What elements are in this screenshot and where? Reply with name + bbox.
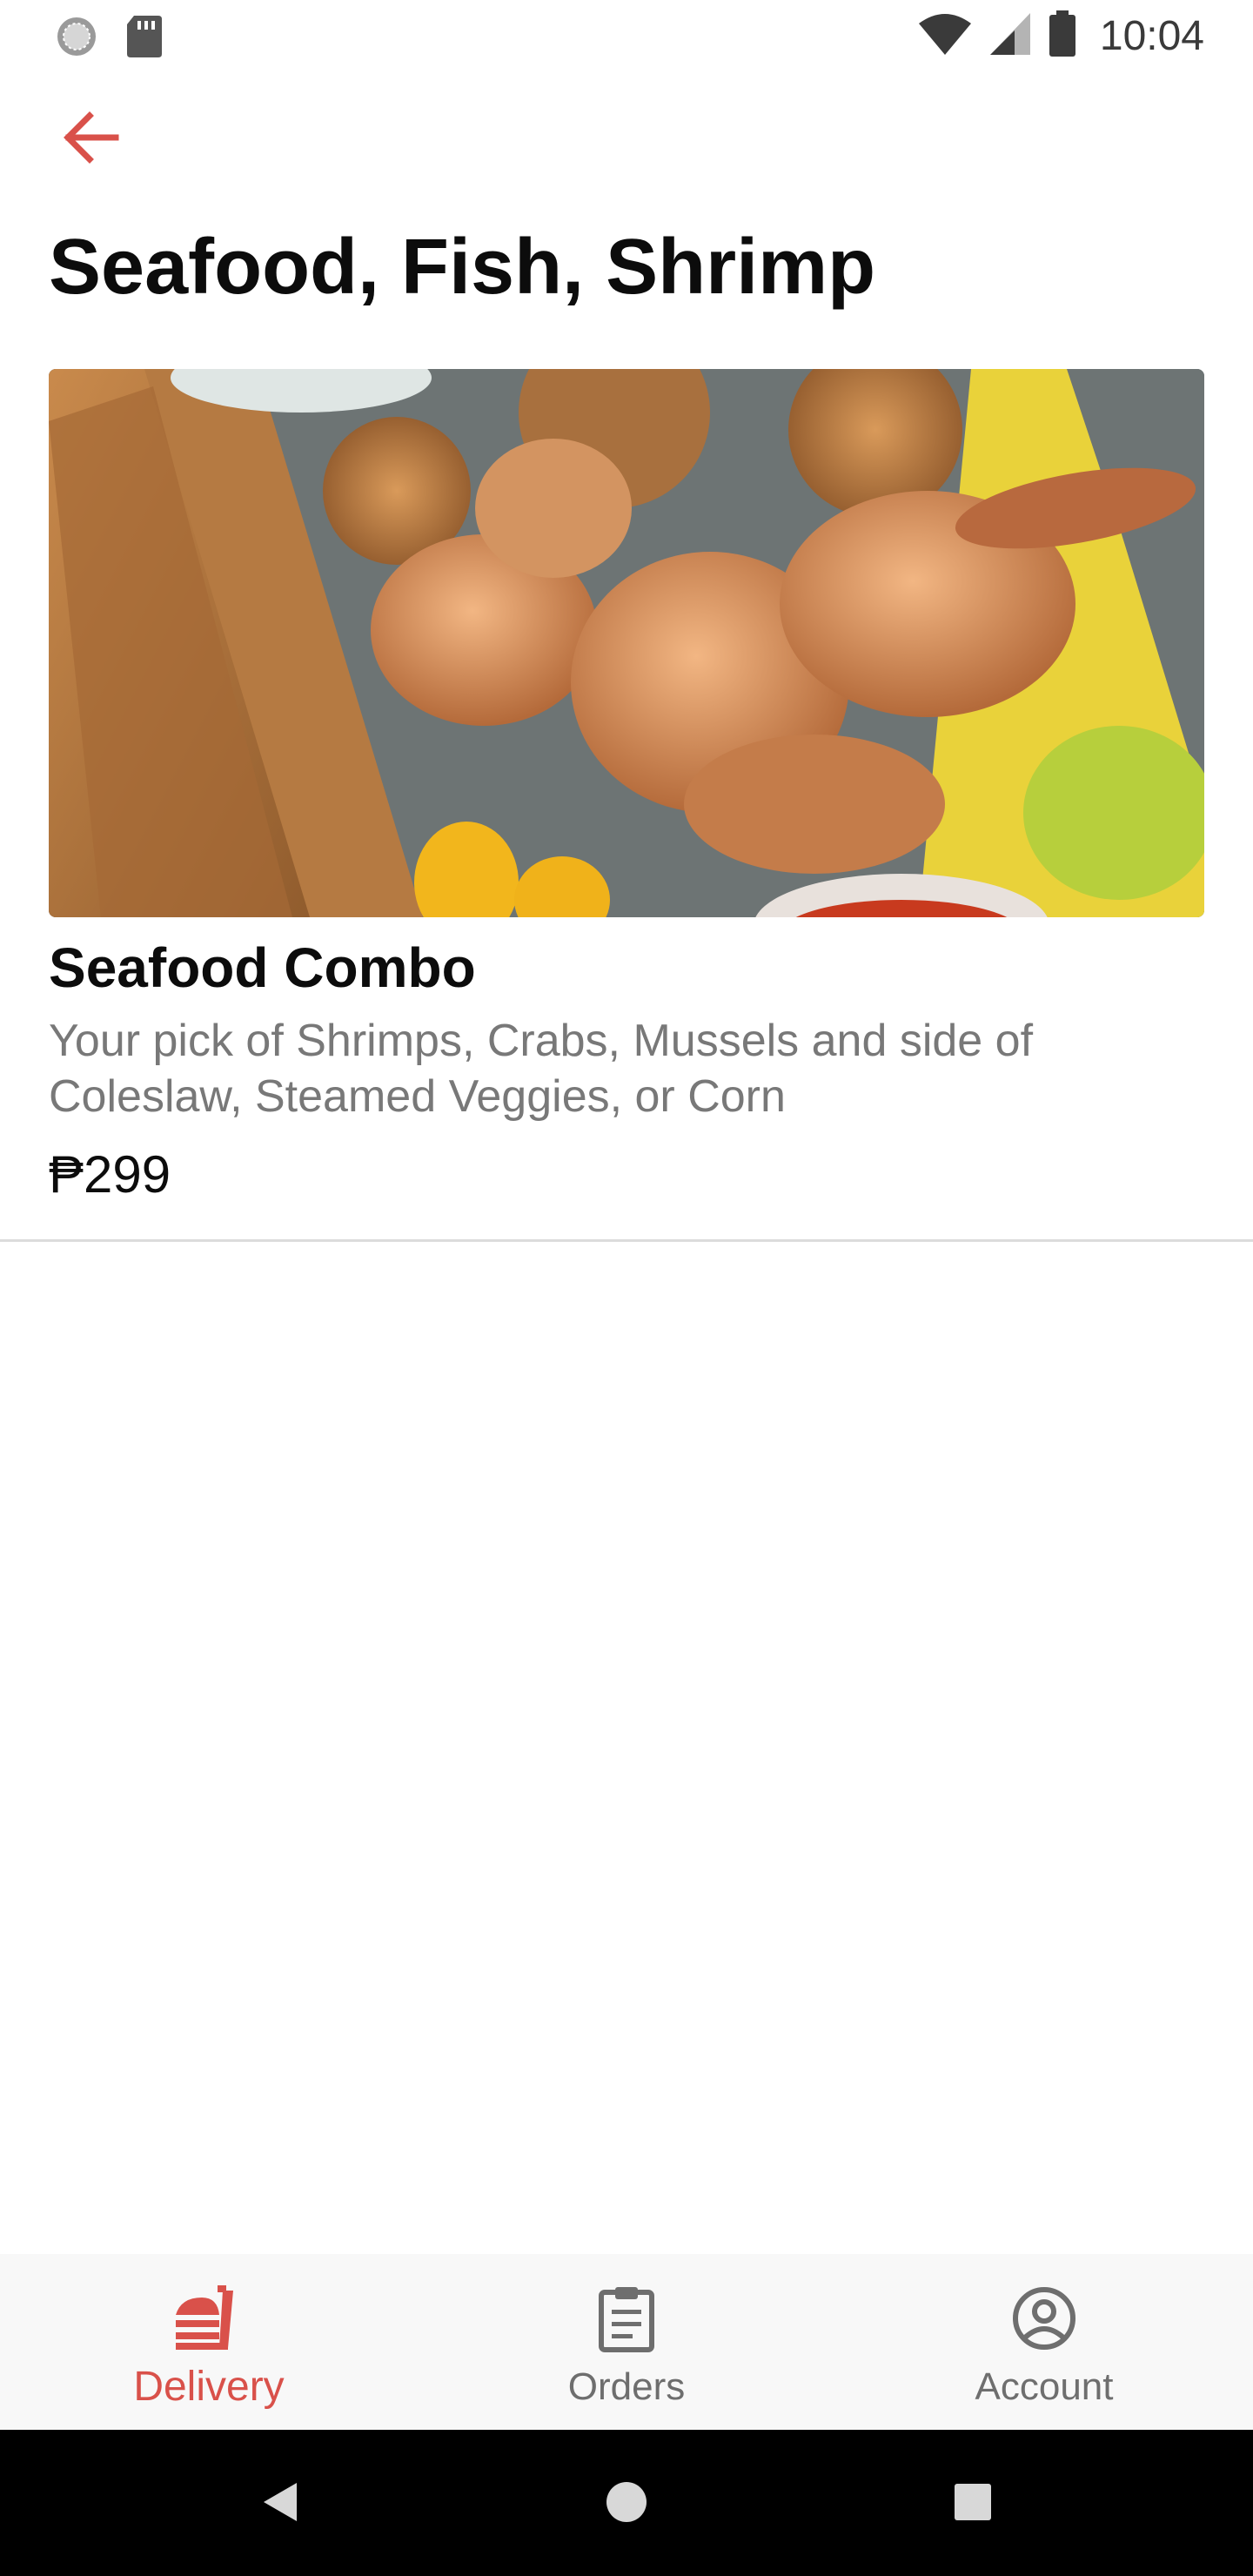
status-right-icons: 10:04 [917, 10, 1204, 62]
nav-label-orders: Orders [567, 2365, 686, 2408]
page-title: Seafood, Fish, Shrimp [49, 224, 876, 311]
item-price: ₱299 [49, 1145, 171, 1204]
back-button[interactable] [54, 103, 127, 176]
account-circle-icon [1011, 2282, 1077, 2355]
recents-square-icon [954, 2483, 992, 2526]
system-home-button[interactable] [596, 2473, 657, 2534]
nav-label-account: Account [975, 2365, 1114, 2408]
battery-icon [1048, 10, 1077, 62]
arrow-left-icon [60, 107, 121, 172]
sd-card-icon [125, 14, 164, 64]
item-image [49, 369, 1204, 917]
back-triangle-icon [262, 2481, 300, 2527]
system-recents-button[interactable] [942, 2473, 1003, 2534]
cellular-signal-icon [988, 11, 1032, 61]
nav-item-account[interactable]: Account [835, 2254, 1253, 2430]
nav-item-orders[interactable]: Orders [418, 2254, 835, 2430]
status-time: 10:04 [1099, 13, 1204, 59]
divider [0, 1239, 1253, 1242]
system-back-button[interactable] [251, 2473, 312, 2534]
menu-item-card[interactable]: Seafood Combo Your pick of Shrimps, Crab… [0, 369, 1253, 1243]
bottom-navigation: Delivery Orders Account [0, 2254, 1253, 2430]
system-navigation-bar [0, 2430, 1253, 2576]
nav-label-delivery: Delivery [133, 2364, 285, 2410]
status-bar: 10:04 [0, 0, 1253, 73]
fried-seafood-platter-photo [49, 369, 1204, 917]
loading-circle-icon [54, 14, 99, 64]
nav-item-delivery[interactable]: Delivery [0, 2254, 418, 2430]
clipboard-icon [596, 2282, 657, 2355]
delivery-food-icon [174, 2282, 244, 2355]
wifi-icon [917, 11, 973, 61]
home-circle-icon [606, 2481, 647, 2527]
status-left-icons [54, 14, 164, 64]
item-name: Seafood Combo [49, 936, 476, 999]
item-description: Your pick of Shrimps, Crabs, Mussels and… [49, 1016, 1034, 1122]
